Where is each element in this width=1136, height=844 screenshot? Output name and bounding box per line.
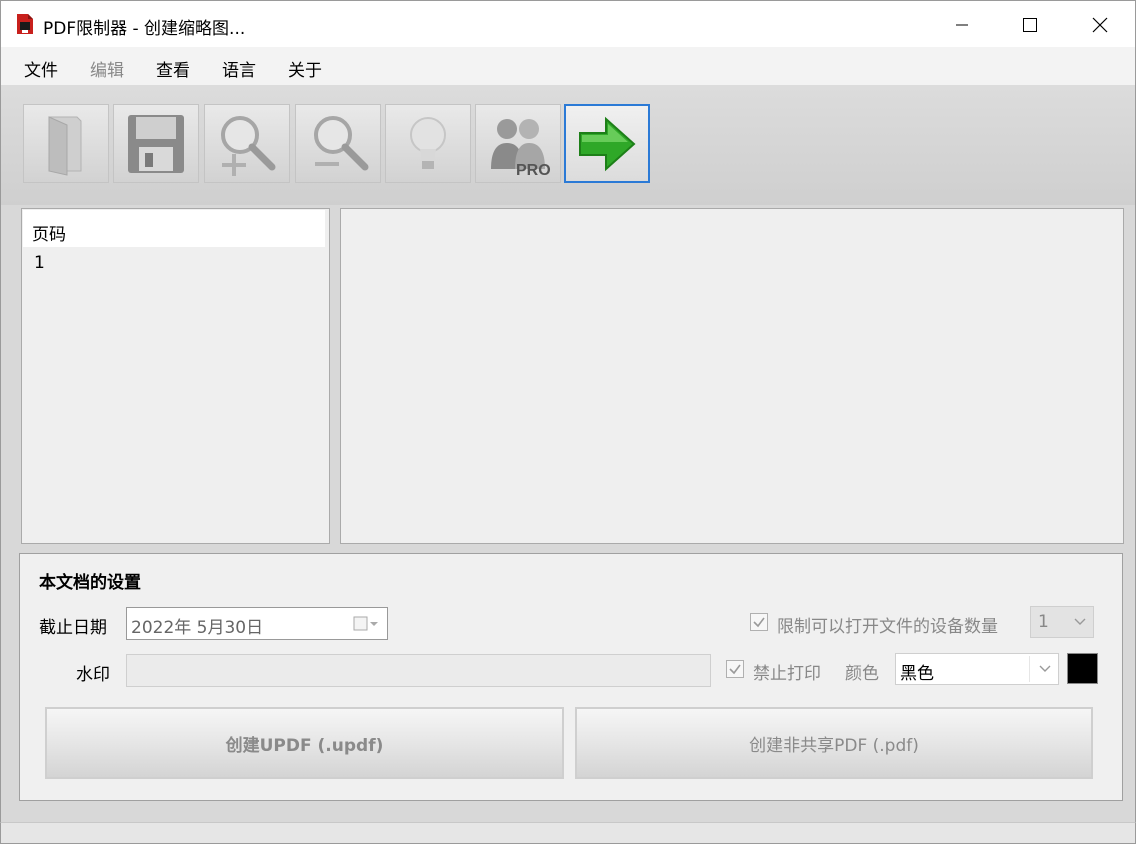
document-settings-group: 本文档的设置 截止日期 2022年 5月30日 限制可以打开文件的设备数量 1 … [19, 553, 1123, 801]
no-print-label: 禁止打印 [753, 664, 821, 684]
close-icon [1092, 17, 1108, 32]
device-count-select[interactable]: 1 [1030, 606, 1094, 638]
pro-users-icon: PRO [491, 118, 551, 179]
toolbar: PRO [0, 85, 1136, 205]
limit-devices-label: 限制可以打开文件的设备数量 [777, 617, 998, 637]
open-file-icon [48, 115, 82, 176]
color-select[interactable]: 黑色 [895, 653, 1059, 685]
pro-badge: PRO [516, 162, 551, 179]
menu-view[interactable]: 查看 [156, 56, 190, 81]
save-button[interactable] [113, 104, 199, 183]
page-list-header[interactable]: 页码 [23, 210, 325, 247]
open-button[interactable] [23, 104, 109, 183]
status-bar [0, 822, 1136, 844]
zoom-in-button[interactable] [204, 104, 290, 183]
menu-language[interactable]: 语言 [222, 56, 256, 81]
calendar-dropdown-icon[interactable] [353, 616, 379, 632]
app-pdf-icon [17, 14, 33, 34]
watermark-label: 水印 [76, 665, 110, 685]
menu-about[interactable]: 关于 [288, 56, 322, 81]
device-count-value: 1 [1038, 612, 1049, 632]
list-item[interactable]: 1 [34, 253, 45, 273]
create-thumbnail-button[interactable] [564, 104, 650, 183]
minimize-button[interactable] [927, 1, 997, 48]
color-swatch[interactable] [1067, 653, 1098, 684]
zoom-out-icon [314, 115, 369, 170]
watermark-input[interactable] [126, 654, 711, 687]
checkmark-icon [729, 664, 741, 675]
expiry-date-value: 2022年 5月30日 [131, 618, 264, 638]
chevron-down-icon [1039, 665, 1051, 672]
page-list[interactable]: 页码 1 [21, 208, 330, 544]
create-updf-button[interactable]: 创建UPDF (.updf) [45, 707, 564, 779]
tips-button[interactable] [385, 104, 471, 183]
expiry-date-picker[interactable]: 2022年 5月30日 [126, 607, 388, 640]
minimize-icon [956, 24, 968, 25]
close-button[interactable] [1065, 1, 1135, 48]
no-print-checkbox[interactable] [726, 660, 744, 678]
expiry-date-label: 截止日期 [39, 618, 107, 638]
green-arrow-right-icon [579, 116, 636, 171]
create-pdf-button[interactable]: 创建非共享PDF (.pdf) [575, 707, 1093, 779]
maximize-icon [1023, 17, 1037, 32]
save-floppy-icon [128, 114, 184, 173]
chevron-down-icon [1074, 618, 1086, 625]
settings-title: 本文档的设置 [39, 573, 141, 593]
maximize-button[interactable] [995, 1, 1065, 48]
checkmark-icon [753, 617, 765, 628]
menu-edit[interactable]: 编辑 [90, 56, 124, 81]
color-value: 黑色 [900, 664, 934, 684]
zoom-out-button[interactable] [295, 104, 381, 183]
preview-panel [340, 208, 1124, 544]
zoom-in-icon [221, 115, 276, 176]
pro-button[interactable]: PRO [475, 104, 561, 183]
title-bar: PDF限制器 - 创建缩略图... [0, 0, 1136, 47]
menu-file[interactable]: 文件 [24, 56, 58, 81]
lightbulb-icon [410, 116, 446, 169]
window-title: PDF限制器 - 创建缩略图... [43, 19, 246, 39]
color-label: 颜色 [845, 664, 879, 684]
menu-bar: 文件 编辑 查看 语言 关于 [0, 47, 1136, 85]
limit-devices-checkbox[interactable] [750, 613, 768, 631]
